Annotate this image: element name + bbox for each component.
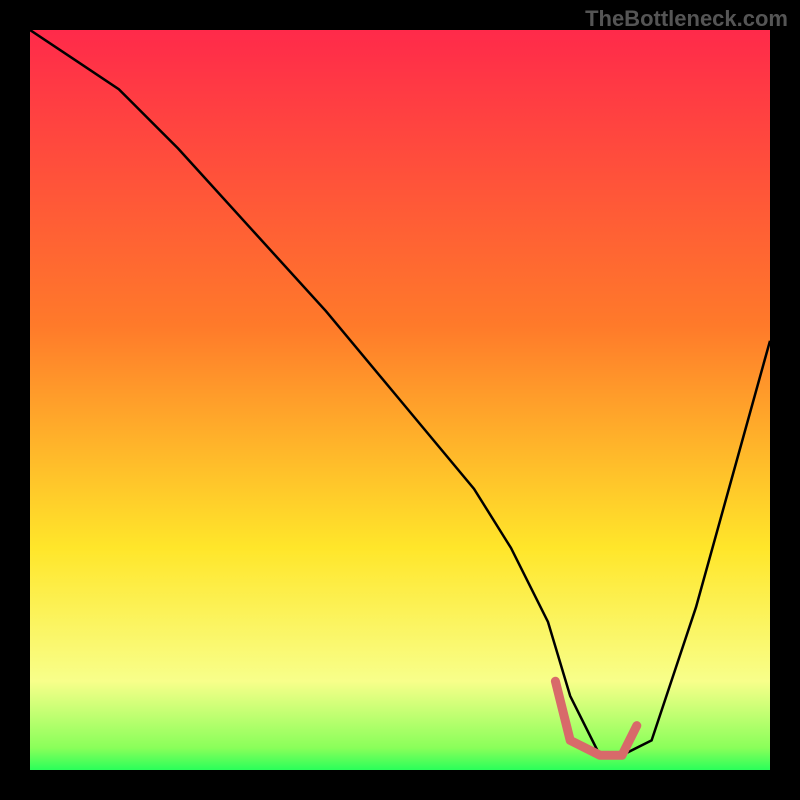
chart-svg: [30, 30, 770, 770]
chart-container: TheBottleneck.com: [0, 0, 800, 800]
watermark-text: TheBottleneck.com: [585, 6, 788, 32]
plot-area: [30, 30, 770, 770]
